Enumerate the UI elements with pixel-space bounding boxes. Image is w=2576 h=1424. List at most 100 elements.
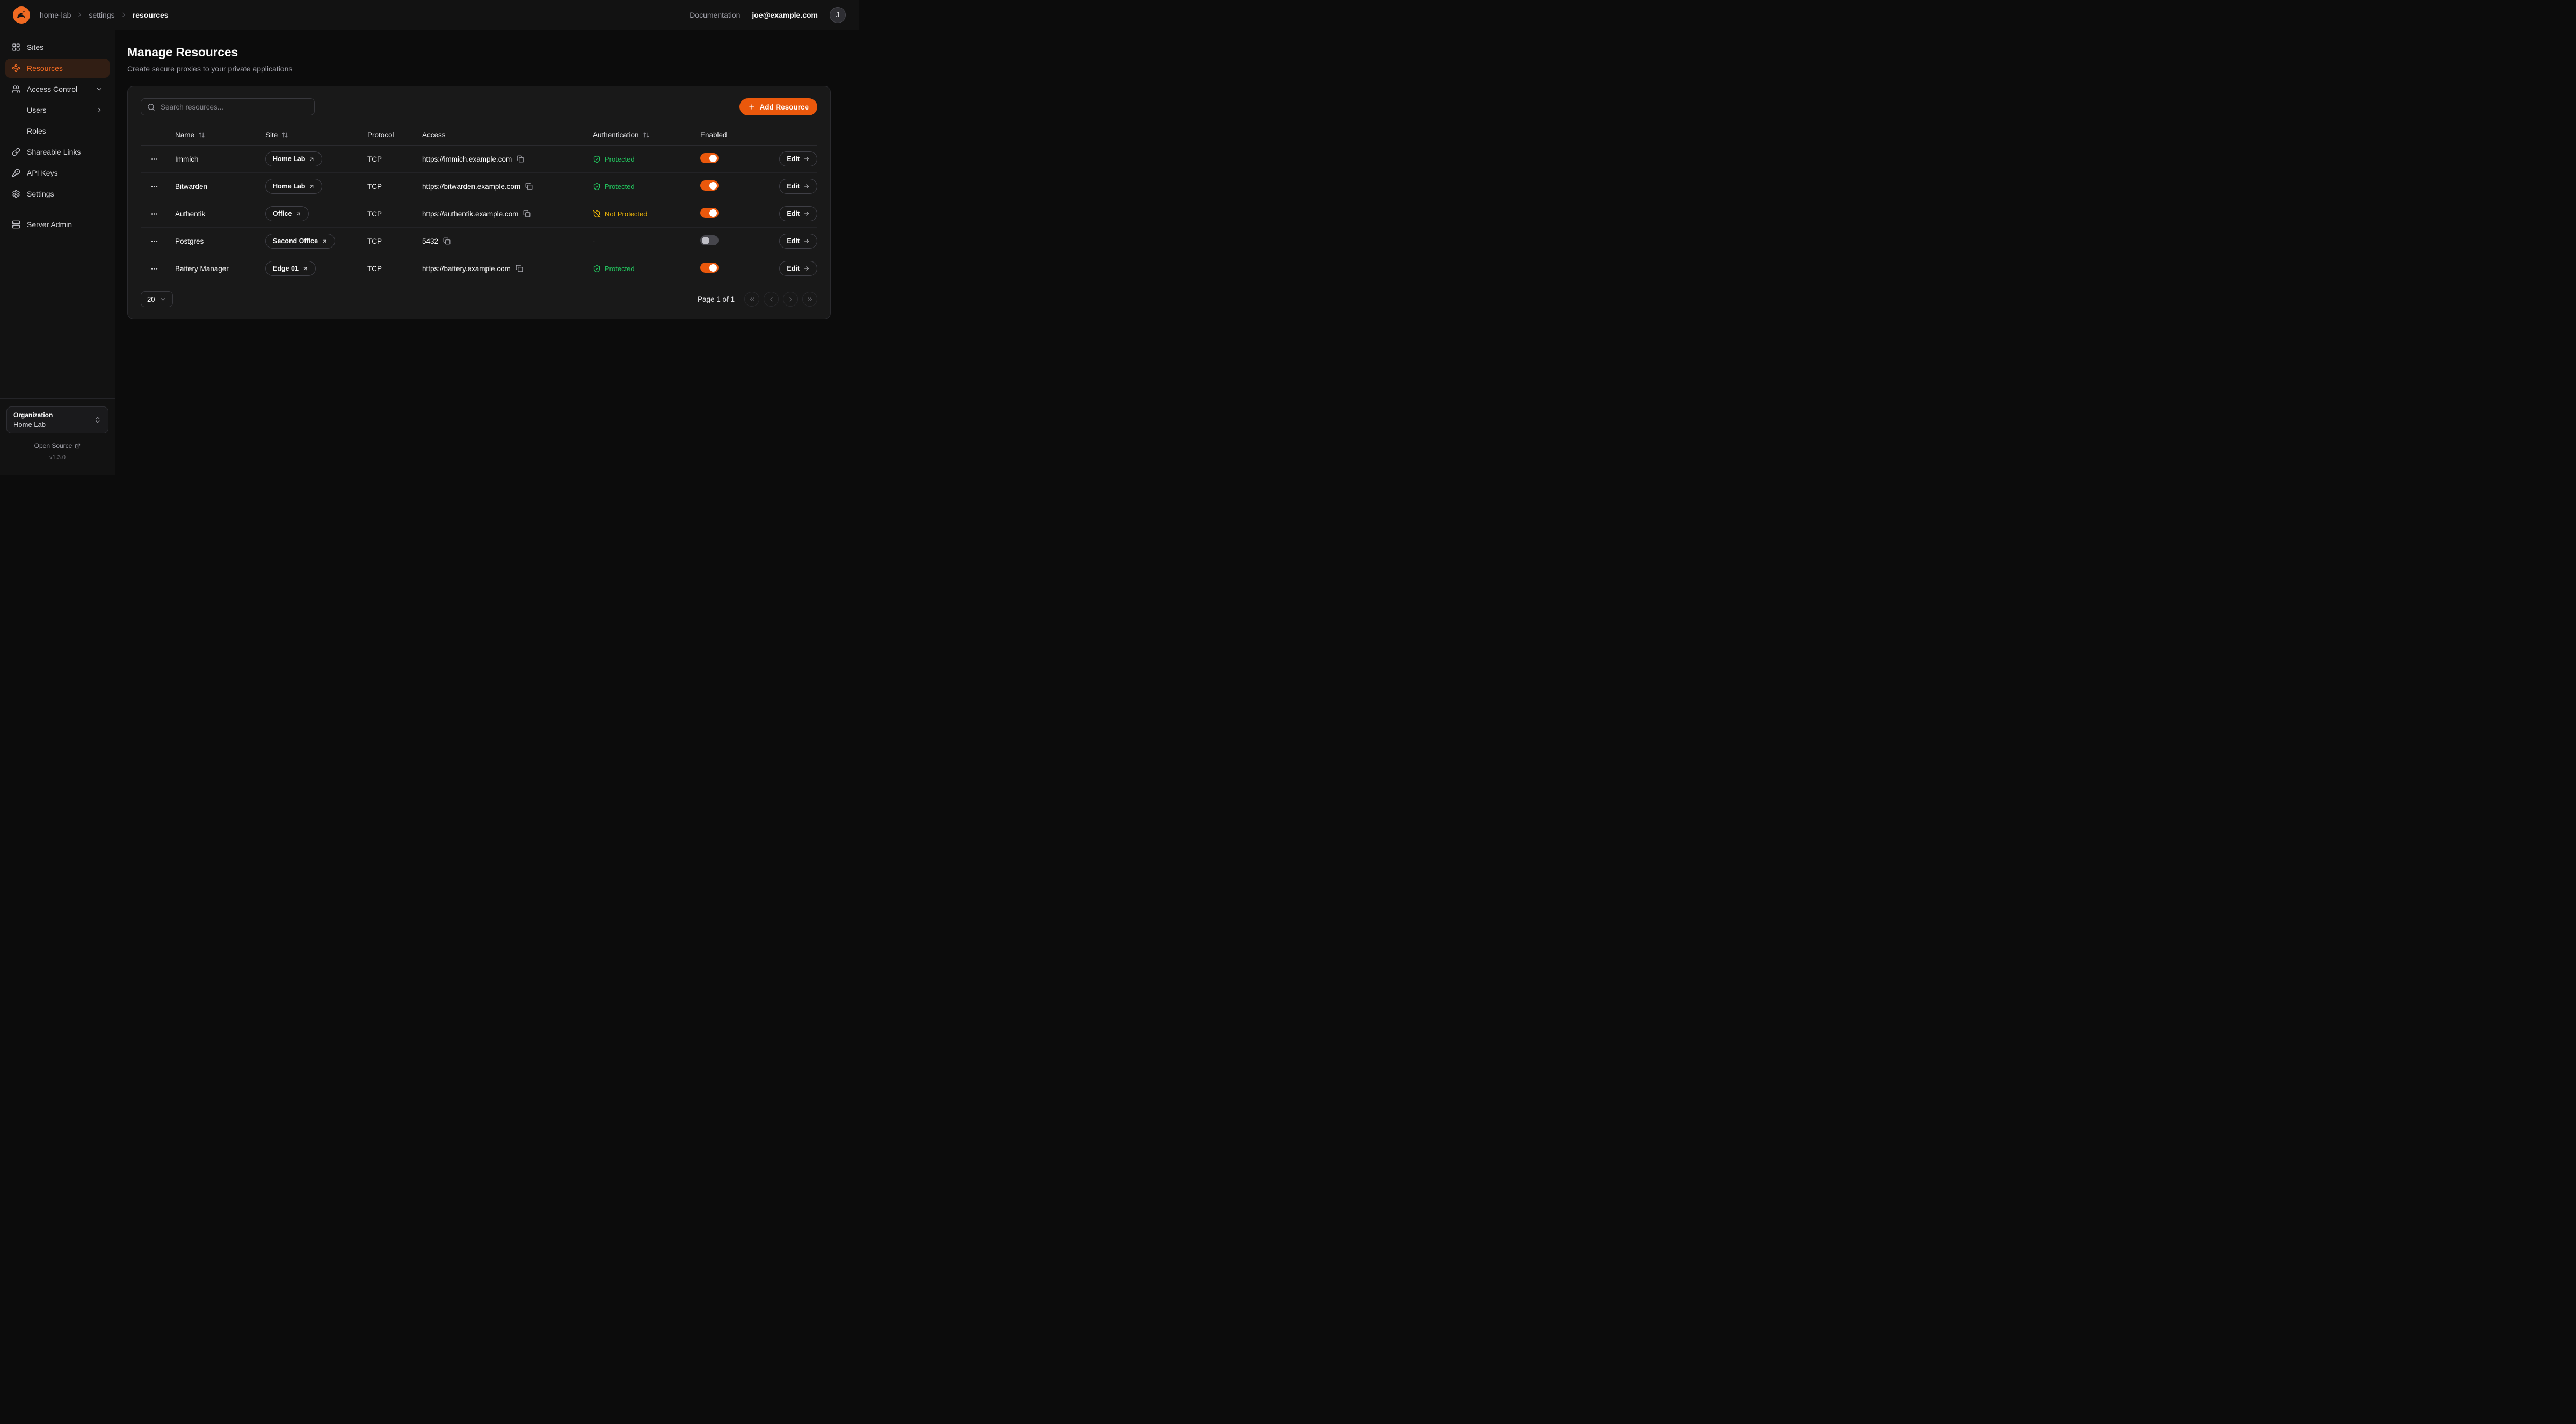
resource-access: https://bitwarden.example.com	[422, 183, 520, 191]
user-email[interactable]: joe@example.com	[752, 11, 818, 19]
edit-button[interactable]: Edit	[779, 206, 817, 221]
sidebar-item-label: Settings	[27, 190, 54, 198]
row-actions-button[interactable]	[147, 262, 161, 275]
site-link[interactable]: Home Lab	[265, 151, 322, 166]
copy-button[interactable]	[523, 210, 531, 217]
sidebar-item-api-keys[interactable]: API Keys	[5, 163, 110, 183]
sidebar-item-access-control[interactable]: Access Control	[5, 79, 110, 99]
table-row: Bitwarden Home Lab TCP https://bitwarden…	[141, 173, 817, 200]
sidebar-item-server-admin[interactable]: Server Admin	[5, 215, 110, 234]
resource-access: https://immich.example.com	[422, 155, 512, 163]
resource-name: Battery Manager	[175, 265, 265, 273]
documentation-link[interactable]: Documentation	[690, 11, 740, 19]
first-page-button[interactable]	[744, 292, 759, 307]
resource-name: Authentik	[175, 210, 265, 218]
chevron-left-icon	[768, 296, 775, 303]
sidebar-item-roles[interactable]: Roles	[5, 121, 110, 141]
enabled-toggle[interactable]	[700, 263, 719, 273]
sidebar-item-settings[interactable]: Settings	[5, 184, 110, 204]
breadcrumb-org[interactable]: home-lab	[40, 11, 71, 19]
previous-page-button[interactable]	[764, 292, 779, 307]
sidebar-item-label: Users	[27, 106, 47, 114]
resource-access: https://battery.example.com	[422, 265, 511, 273]
row-actions-button[interactable]	[147, 207, 161, 220]
arrow-up-right-icon	[309, 156, 315, 162]
edit-button[interactable]: Edit	[779, 151, 817, 166]
sidebar-item-label: Sites	[27, 43, 43, 52]
edit-button[interactable]: Edit	[779, 179, 817, 194]
row-actions-button[interactable]	[147, 235, 161, 248]
organization-value: Home Lab	[13, 420, 53, 428]
enabled-toggle[interactable]	[700, 180, 719, 191]
column-header-access: Access	[422, 131, 593, 139]
copy-button[interactable]	[525, 183, 533, 190]
edit-button[interactable]: Edit	[779, 234, 817, 249]
copy-button[interactable]	[517, 155, 524, 163]
row-actions-button[interactable]	[147, 180, 161, 193]
server-icon	[12, 220, 20, 229]
resource-protocol: TCP	[367, 265, 422, 273]
column-header-name[interactable]: Name	[175, 131, 265, 139]
enabled-toggle[interactable]	[700, 153, 719, 163]
breadcrumb-separator-icon	[76, 11, 83, 18]
organization-selector[interactable]: Organization Home Lab	[6, 406, 108, 433]
chevron-down-icon	[159, 296, 166, 303]
resource-protocol: TCP	[367, 210, 422, 218]
next-page-button[interactable]	[783, 292, 798, 307]
column-header-authentication[interactable]: Authentication	[593, 131, 700, 139]
chevron-right-icon	[96, 106, 103, 114]
open-source-link[interactable]: Open Source	[6, 442, 108, 449]
enabled-toggle[interactable]	[700, 208, 719, 218]
table-row: Authentik Office TCP https://authentik.e…	[141, 200, 817, 228]
sidebar-item-shareable-links[interactable]: Shareable Links	[5, 142, 110, 162]
sort-icon	[281, 132, 288, 139]
sidebar-item-resources[interactable]: Resources	[5, 59, 110, 78]
arrow-right-icon	[803, 183, 810, 190]
plus-icon	[748, 103, 756, 111]
table-row: Postgres Second Office TCP 5432 - Edit	[141, 228, 817, 255]
last-page-button[interactable]	[802, 292, 817, 307]
sidebar-item-users[interactable]: Users	[5, 100, 110, 120]
site-link[interactable]: Second Office	[265, 234, 335, 249]
resources-toolbar: Add Resource	[141, 98, 817, 115]
sidebar-nav: Sites Resources Access Control Users Rol…	[5, 38, 110, 236]
breadcrumb: home-lab settings resources	[40, 11, 169, 19]
copy-button[interactable]	[443, 237, 451, 245]
arrow-up-right-icon	[322, 238, 328, 244]
sidebar-item-label: Access Control	[27, 85, 77, 93]
table-footer: 20 Page 1 of 1	[141, 291, 817, 307]
row-actions-button[interactable]	[147, 152, 161, 165]
copy-icon	[523, 210, 531, 217]
ellipsis-icon	[150, 210, 158, 218]
shield-check-icon	[593, 183, 601, 191]
external-link-icon	[75, 443, 81, 449]
enabled-toggle[interactable]	[700, 235, 719, 245]
waypoints-icon	[12, 64, 20, 72]
app-logo[interactable]	[13, 6, 30, 24]
column-header-site[interactable]: Site	[265, 131, 367, 139]
site-link[interactable]: Edge 01	[265, 261, 316, 276]
arrow-right-icon	[803, 265, 810, 272]
auth-status: Protected	[593, 265, 700, 273]
breadcrumb-settings[interactable]: settings	[89, 11, 114, 19]
search-input[interactable]	[159, 103, 308, 112]
site-link[interactable]: Home Lab	[265, 179, 322, 194]
site-link[interactable]: Office	[265, 206, 309, 221]
sidebar-item-sites[interactable]: Sites	[5, 38, 110, 57]
copy-button[interactable]	[516, 265, 523, 272]
add-resource-button[interactable]: Add Resource	[739, 98, 817, 115]
avatar[interactable]: J	[830, 7, 846, 23]
edit-button[interactable]: Edit	[779, 261, 817, 276]
ellipsis-icon	[150, 155, 158, 163]
auth-status: -	[593, 237, 700, 245]
users-icon	[12, 85, 20, 93]
sidebar-item-label: Server Admin	[27, 220, 72, 229]
sort-icon	[643, 132, 650, 139]
organization-label: Organization	[13, 411, 53, 419]
resource-access: https://authentik.example.com	[422, 210, 518, 218]
breadcrumb-separator-icon	[120, 11, 127, 18]
page-size-select[interactable]: 20	[141, 291, 173, 307]
search-box	[141, 98, 315, 115]
table-row: Immich Home Lab TCP https://immich.examp…	[141, 146, 817, 173]
table-header-row: Name Site Protocol Access Authenticati	[141, 125, 817, 146]
